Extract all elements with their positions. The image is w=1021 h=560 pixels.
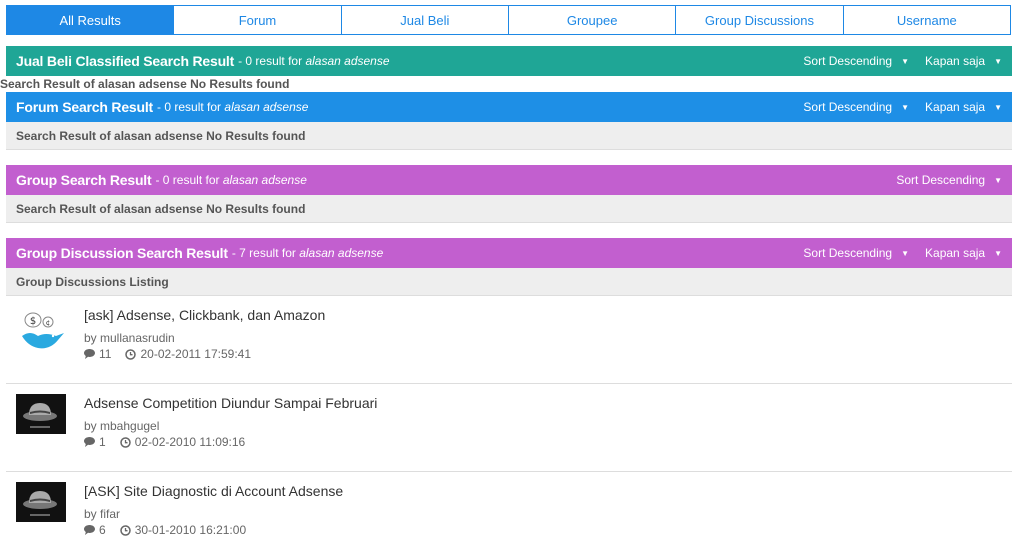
list-item: Adsense Competition Diundur Sampai Febru… [6,384,1012,472]
clock-icon [125,348,137,360]
sort-dropdown[interactable]: Sort Descending ▼ [803,246,909,260]
avatar[interactable] [16,482,66,532]
reply-count: 11 [84,347,111,361]
avatar[interactable] [16,394,66,444]
section-title: Forum Search Result [16,99,154,115]
reply-count-value: 6 [99,523,106,537]
tab-jual-beli[interactable]: Jual Beli [340,5,509,35]
sort-label: Sort Descending [803,100,893,114]
time-dropdown[interactable]: Kapan saja ▼ [925,100,1002,114]
list-item: [ASK] Site Diagnostic di Account Adsense… [6,472,1012,560]
section-title: Group Search Result [16,172,152,188]
result-count: - 7 result for alasan adsense [232,246,383,260]
result-count: - 0 result for alasan adsense [238,54,389,68]
result-count: - 0 result for alasan adsense [155,173,306,187]
post-date: 30-01-2010 16:21:00 [119,523,247,537]
tab-group-discussions[interactable]: Group Discussions [675,5,844,35]
sort-dropdown[interactable]: Sort Descending ▼ [803,54,909,68]
discussion-meta: 11 20-02-2011 17:59:41 [84,347,265,361]
sort-controls: Sort Descending ▼ Kapan saja ▼ [787,54,1002,68]
section-title: Group Discussion Search Result [16,245,228,261]
section-title: Jual Beli Classified Search Result [16,53,235,69]
result-count: - 0 result for alasan adsense [157,100,308,114]
caret-down-icon: ▼ [901,56,910,66]
date-value: 30-01-2010 16:21:00 [134,523,247,537]
discussion-title-link[interactable]: Adsense Competition Diundur Sampai Febru… [84,395,377,411]
sort-controls: Sort Descending ▼ Kapan saja ▼ [787,100,1002,114]
sort-label: Sort Descending [803,246,893,260]
result-count-text: - 0 result for [157,100,222,114]
reply-count: 6 [84,523,106,537]
result-count-text: - 0 result for [238,54,303,68]
group-header: Group Search Result - 0 result for alasa… [6,165,1012,195]
result-count-text: - 7 result for [231,246,296,260]
list-item: $ ¢ [ask] Adsense, Clickbank, dan Amazon… [6,296,1012,384]
sort-label: Sort Descending [896,173,986,187]
time-dropdown[interactable]: Kapan saja ▼ [925,54,1002,68]
search-query: alasan adsense [224,100,309,114]
result-count-text: - 0 result for [155,173,220,187]
discussion-title-link[interactable]: [ASK] Site Diagnostic di Account Adsense [84,483,343,499]
time-label: Kapan saja [925,54,986,68]
reply-count-value: 11 [99,347,112,361]
sort-label: Sort Descending [803,54,893,68]
group-discussion-header: Group Discussion Search Result - 7 resul… [6,238,1012,268]
caret-down-icon: ▼ [994,102,1002,112]
forum-section: Forum Search Result - 0 result for alasa… [6,92,1012,150]
svg-text:$: $ [30,316,36,327]
comment-icon [84,525,95,535]
tab-all-results[interactable]: All Results [6,5,175,35]
post-date: 02-02-2010 11:09:16 [119,435,246,449]
jual-beli-section: Jual Beli Classified Search Result - 0 r… [0,46,1012,92]
clock-icon [119,436,131,448]
hat-icon [16,482,66,522]
author[interactable]: by mbahgugel [84,419,159,433]
bird-money-icon: $ ¢ [22,312,64,349]
group-section: Group Search Result - 0 result for alasa… [6,165,1012,223]
listing-label: Group Discussions Listing [6,268,1012,296]
svg-text:¢: ¢ [46,319,50,327]
reply-count-value: 1 [99,435,106,449]
clock-icon [119,524,131,536]
reply-count: 1 [84,435,106,449]
caret-down-icon: ▼ [994,175,1002,185]
search-query: alasan adsense [305,54,390,68]
comment-icon [84,437,95,447]
author[interactable]: by fifar [84,507,120,521]
caret-down-icon: ▼ [994,248,1002,258]
search-query: alasan adsense [222,173,307,187]
jual-beli-header: Jual Beli Classified Search Result - 0 r… [6,46,1012,76]
date-value: 02-02-2010 11:09:16 [134,435,246,449]
search-category-tabs: All Results Forum Jual Beli Groupee Grou… [6,5,1011,35]
time-label: Kapan saja [925,246,986,260]
caret-down-icon: ▼ [994,56,1002,66]
tab-username[interactable]: Username [842,5,1011,35]
date-value: 20-02-2011 17:59:41 [140,347,252,361]
no-results-message: Search Result of alasan adsense No Resul… [6,122,1012,150]
comment-icon [84,349,95,359]
discussion-meta: 6 30-01-2010 16:21:00 [84,523,260,537]
group-discussion-section: Group Discussion Search Result - 7 resul… [6,238,1012,296]
caret-down-icon: ▼ [901,248,910,258]
caret-down-icon: ▼ [901,102,910,112]
search-query: alasan adsense [299,246,384,260]
discussion-meta: 1 02-02-2010 11:09:16 [84,435,259,449]
no-results-message: Search Result of alasan adsense No Resul… [6,195,1012,223]
sort-controls: Sort Descending ▼ [880,173,1002,187]
discussion-title-link[interactable]: [ask] Adsense, Clickbank, dan Amazon [84,307,325,323]
sort-dropdown[interactable]: Sort Descending ▼ [896,173,1002,187]
time-label: Kapan saja [925,100,986,114]
forum-header: Forum Search Result - 0 result for alasa… [6,92,1012,122]
no-results-message: Search Result of alasan adsense No Resul… [0,77,290,91]
tab-groupee[interactable]: Groupee [507,5,677,35]
author[interactable]: by mullanasrudin [84,331,175,345]
sort-controls: Sort Descending ▼ Kapan saja ▼ [787,246,1002,260]
sort-dropdown[interactable]: Sort Descending ▼ [803,100,909,114]
time-dropdown[interactable]: Kapan saja ▼ [925,246,1002,260]
avatar[interactable]: $ ¢ [16,306,66,356]
hat-icon [16,394,66,434]
post-date: 20-02-2011 17:59:41 [125,347,251,361]
tab-forum[interactable]: Forum [173,5,342,35]
